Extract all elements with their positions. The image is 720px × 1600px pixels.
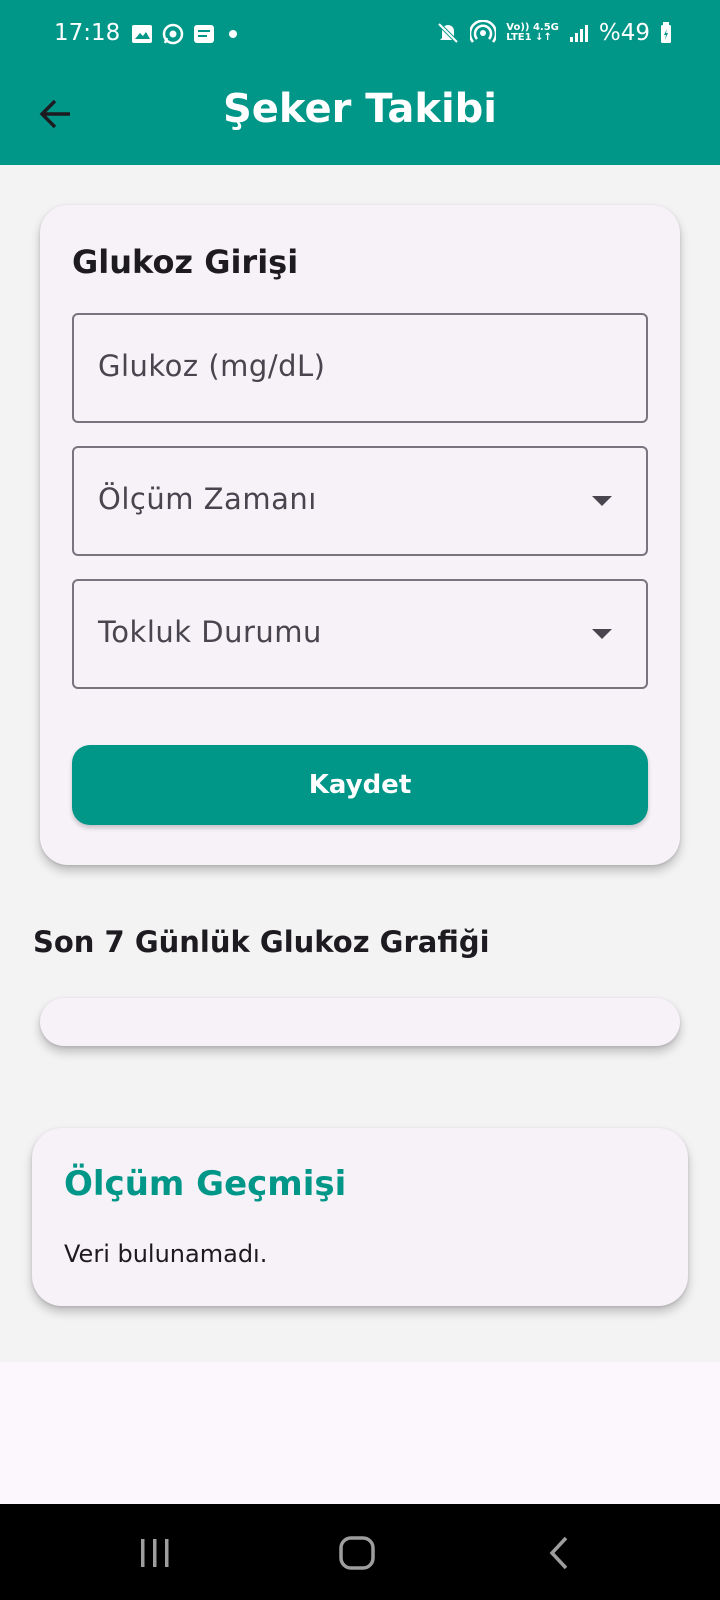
mute-icon — [437, 22, 459, 44]
hotspot-icon — [470, 20, 497, 43]
signal-icon — [569, 25, 588, 42]
recent-apps-button[interactable] — [130, 1530, 180, 1576]
image-icon — [132, 25, 152, 43]
dot-icon — [229, 30, 237, 38]
status-bar: 17:18 Vo)) 4.5G LTE1 ↓↑ %49 — [0, 0, 720, 66]
system-nav-bar — [0, 1504, 720, 1600]
entry-card-title: Glukoz Girişi — [72, 243, 299, 281]
notification-icons — [131, 22, 243, 46]
dropdown-arrow-icon — [592, 496, 612, 506]
measurement-history-card: Ölçüm Geçmişi Veri bulunamadı. — [32, 1128, 688, 1306]
glucose-input[interactable]: Glukoz (mg/dL) — [72, 313, 648, 423]
battery-icon — [661, 22, 671, 43]
glucose-chart-card — [40, 998, 680, 1046]
page-title: Şeker Takibi — [222, 86, 498, 132]
fullness-label: Tokluk Durumu — [98, 615, 322, 649]
home-icon — [339, 1536, 375, 1570]
measurement-time-dropdown[interactable]: Ölçüm Zamanı — [72, 446, 648, 556]
history-title: Ölçüm Geçmişi — [64, 1164, 347, 1204]
recent-apps-icon — [141, 1539, 169, 1567]
glucose-input-label: Glukoz (mg/dL) — [98, 349, 326, 383]
whatsapp-icon — [162, 23, 184, 45]
app-bar: Şeker Takibi — [0, 66, 720, 165]
message-icon — [194, 25, 214, 43]
save-button[interactable]: Kaydet — [72, 745, 648, 825]
home-button[interactable] — [332, 1530, 382, 1576]
glucose-entry-card: Glukoz Girişi Glukoz (mg/dL) Ölçüm Zaman… — [40, 205, 680, 865]
dropdown-arrow-icon — [592, 629, 612, 639]
measurement-time-label: Ölçüm Zamanı — [98, 482, 317, 516]
status-time: 17:18 — [54, 20, 121, 46]
network-type: Vo)) 4.5G LTE1 ↓↑ — [506, 22, 559, 43]
nav-back-button[interactable] — [534, 1530, 584, 1576]
chart-section-title: Son 7 Günlük Glukoz Grafiği — [33, 925, 490, 959]
back-icon — [549, 1536, 568, 1570]
bottom-area — [0, 1362, 720, 1504]
system-icons: Vo)) 4.5G LTE1 ↓↑ %49 — [436, 20, 672, 46]
battery-percent: %49 — [598, 20, 650, 46]
history-empty-text: Veri bulunamadı. — [64, 1240, 268, 1268]
fullness-dropdown[interactable]: Tokluk Durumu — [72, 579, 648, 689]
